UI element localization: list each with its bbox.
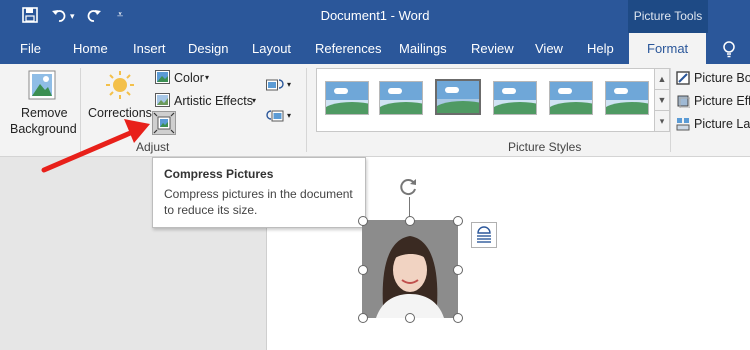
gallery-scroll-up-icon[interactable]: ▲ [654,68,670,90]
reset-picture-dropdown-icon[interactable]: ▾ [287,111,291,120]
gallery-more-icon[interactable]: ▾ [654,110,670,132]
picture-style-thumbnail[interactable] [549,81,593,115]
tab-review[interactable]: Review [471,41,514,56]
resize-handle[interactable] [358,216,368,226]
tab-view[interactable]: View [535,41,563,56]
picture-layout-icon[interactable] [676,117,690,136]
selected-picture[interactable] [362,220,458,318]
color-icon[interactable] [155,70,170,89]
resize-handle[interactable] [453,265,463,275]
tab-mailings[interactable]: Mailings [399,41,447,56]
ribbon-tabs: File Home Insert Design Layout Reference… [0,33,750,64]
corrections-sun-icon[interactable] [105,70,135,105]
resize-handle[interactable] [405,216,415,226]
color-dropdown-icon[interactable]: ▾ [205,73,209,82]
resize-handle[interactable] [453,216,463,226]
picture-styles-gallery [316,68,655,132]
tab-design[interactable]: Design [188,41,228,56]
change-picture-icon[interactable] [266,77,284,98]
tab-insert[interactable]: Insert [133,41,166,56]
remove-background-icon[interactable] [28,70,56,105]
resize-handle[interactable] [358,313,368,323]
gallery-scroll-down-icon[interactable]: ▼ [654,89,670,111]
picture-style-thumbnail[interactable] [379,81,423,115]
tab-format[interactable]: Format [629,33,707,64]
picture-styles-group-label: Picture Styles [508,140,582,154]
picture-border-label[interactable]: Picture Bor [694,71,750,85]
group-separator [306,68,307,152]
resize-handle[interactable] [405,313,415,323]
picture-border-icon[interactable] [676,71,690,90]
picture-style-thumbnail[interactable] [493,81,537,115]
resize-handle[interactable] [453,313,463,323]
artistic-effects-icon[interactable] [155,93,170,112]
artistic-effects-dropdown-icon[interactable]: ▾ [252,96,256,105]
picture-style-thumbnail[interactable] [605,81,649,115]
picture-style-thumbnail-selected[interactable] [435,79,481,115]
tooltip-title: Compress Pictures [164,167,274,181]
layout-options-button[interactable] [471,222,497,248]
title-bar: ▾ ⩡ Document1 - Word Picture Tools [0,0,750,33]
artistic-effects-label[interactable]: Artistic Effects [174,94,253,108]
tell-me-lightbulb-icon[interactable] [722,41,736,63]
resize-handle[interactable] [358,265,368,275]
compress-pictures-tooltip: Compress Pictures Compress pictures in t… [152,157,366,228]
color-label[interactable]: Color [174,71,204,85]
tab-layout[interactable]: Layout [252,41,291,56]
picture-layout-label[interactable]: Picture Lay [694,117,750,131]
tab-help[interactable]: Help [587,41,614,56]
tab-references[interactable]: References [315,41,381,56]
group-separator [670,68,671,152]
portrait-image [362,220,458,318]
picture-effects-label[interactable]: Picture Effe [694,94,750,108]
change-picture-dropdown-icon[interactable]: ▾ [287,80,291,89]
tooltip-description: Compress pictures in the document to red… [164,187,353,217]
picture-tools-context-label: Picture Tools [628,0,708,33]
tab-home[interactable]: Home [73,41,108,56]
tab-file[interactable]: File [20,41,41,56]
reset-picture-icon[interactable] [266,108,284,129]
picture-style-thumbnail[interactable] [325,81,369,115]
picture-effects-icon[interactable] [676,94,691,113]
layout-options-icon [477,226,491,243]
red-arrow-annotation [41,119,150,173]
